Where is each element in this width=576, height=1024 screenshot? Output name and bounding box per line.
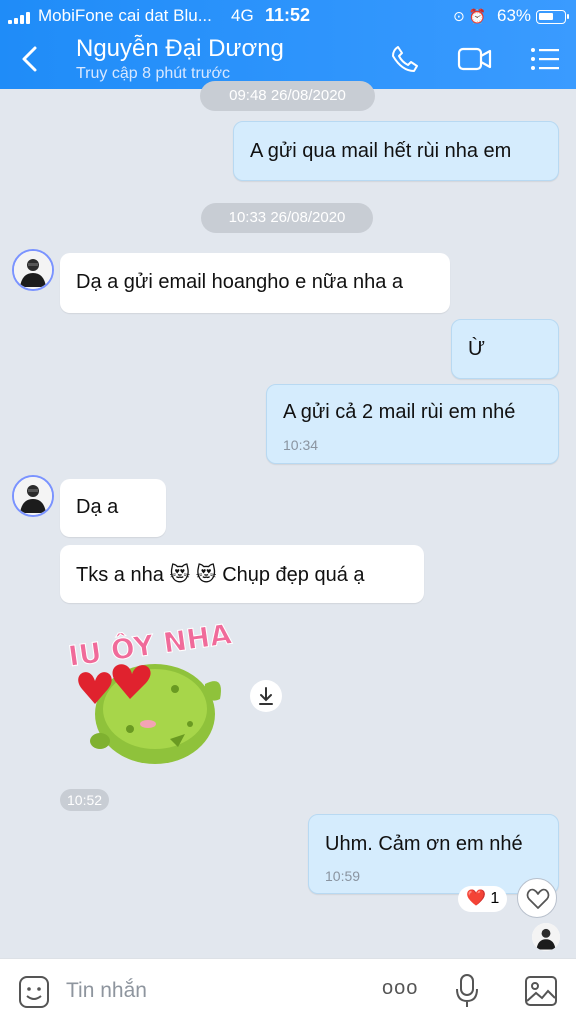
date-separator: 10:33 26/08/2020 <box>201 203 373 233</box>
video-icon[interactable] <box>457 46 493 77</box>
status-bar: MobiFone cai dat Blu... 4G 11:52 ⊙ ⏰ 63% <box>0 4 576 26</box>
sticker[interactable]: IU ÔY NHA <box>60 616 240 769</box>
back-icon[interactable] <box>18 44 42 74</box>
image-icon[interactable] <box>524 975 558 1012</box>
reaction-badge[interactable]: ❤️ 1 <box>458 886 508 912</box>
outgoing-message[interactable]: A gửi cả 2 mail rùi em nhé 10:34 <box>266 384 559 464</box>
carrier-name: MobiFone cai dat Blu... <box>38 6 212 25</box>
heart-icon: ❤️ <box>466 890 486 907</box>
date-separator: 09:48 26/08/2020 <box>200 81 375 111</box>
like-button[interactable] <box>517 878 557 918</box>
signal-icon <box>8 12 34 24</box>
heart-outline-icon <box>526 888 550 909</box>
message-text: A gửi cả 2 mail rùi em nhé <box>283 401 516 423</box>
download-icon[interactable] <box>250 680 282 712</box>
read-receipt-avatar <box>532 923 560 951</box>
last-seen-status: Truy cập 8 phút trước <box>76 65 230 82</box>
outgoing-message[interactable]: Ừ <box>451 319 559 379</box>
chat-header: MobiFone cai dat Blu... 4G 11:52 ⊙ ⏰ 63%… <box>0 0 576 89</box>
sticker-icon[interactable] <box>18 975 50 1014</box>
microphone-icon[interactable] <box>455 973 479 1014</box>
reaction-count: 1 <box>490 890 500 907</box>
phone-icon[interactable] <box>390 44 420 79</box>
network-type: 4G <box>231 6 254 25</box>
message-text: Uhm. Cảm ơn em nhé <box>325 833 523 855</box>
message-text: Ừ <box>468 338 486 360</box>
avatar[interactable] <box>12 475 54 517</box>
rotation-lock-icon: ⊙ ⏰ <box>453 8 487 24</box>
message-text: Dạ a gửi email hoangho e nữa nha a <box>76 271 404 293</box>
message-time: 10:34 <box>283 437 319 453</box>
more-icon[interactable]: ooo <box>382 977 418 1000</box>
message-input[interactable]: Tin nhắn <box>66 979 147 1003</box>
message-list[interactable]: 09:48 26/08/2020 A gửi qua mail hết rùi … <box>0 81 576 958</box>
contact-name[interactable]: Nguyễn Đại Dương <box>76 35 284 63</box>
message-text: Tks a nha 😻 😻 Chụp đẹp quá ạ <box>76 564 365 586</box>
message-text: Dạ a <box>76 496 119 518</box>
incoming-message[interactable]: Tks a nha 😻 😻 Chụp đẹp quá ạ <box>60 545 424 603</box>
avatar[interactable] <box>12 249 54 291</box>
input-bar: Tin nhắn ooo <box>0 958 576 1024</box>
status-time: 11:52 <box>265 5 311 25</box>
outgoing-message[interactable]: A gửi qua mail hết rùi nha em <box>233 121 559 181</box>
battery-percentage: 63% <box>497 6 532 25</box>
message-text: A gửi qua mail hết rùi nha em <box>250 140 512 162</box>
menu-icon[interactable] <box>530 47 560 76</box>
incoming-message[interactable]: Dạ a gửi email hoangho e nữa nha a <box>60 253 450 313</box>
message-time: 10:59 <box>325 868 361 884</box>
battery-icon <box>536 10 569 24</box>
incoming-message[interactable]: Dạ a <box>60 479 166 537</box>
message-time: 10:52 <box>60 789 110 811</box>
